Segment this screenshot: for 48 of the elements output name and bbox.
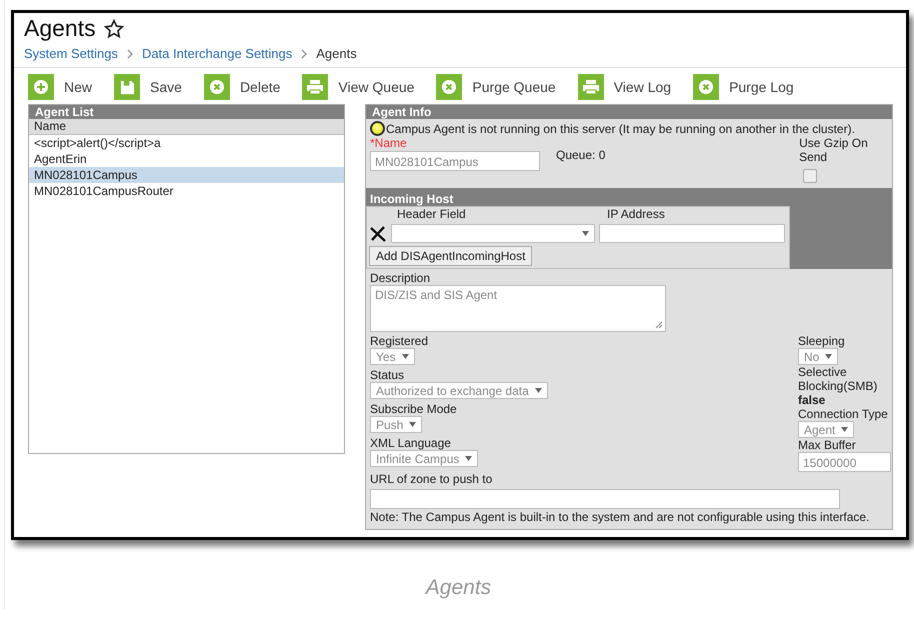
note-text: Note: The Campus Agent is built-in to the system and are not configurable using this interface.: [369, 509, 870, 525]
section-title: Incoming Host: [369, 192, 454, 206]
toolbar-button[interactable]: View Log: [578, 74, 672, 100]
field-label: Connection Type: [798, 407, 888, 421]
panel-title: Agent List: [29, 105, 344, 119]
field-label: Registered: [370, 334, 428, 348]
dropdown[interactable]: Infinite Campus: [370, 450, 478, 467]
name-field[interactable]: MN028101Campus: [370, 151, 540, 171]
agent-list-item[interactable]: AgentErin: [29, 151, 344, 167]
field-label: *Name: [370, 136, 408, 150]
dropdown[interactable]: Yes: [370, 348, 415, 365]
field-label: Use Gzip On Send: [799, 136, 869, 164]
field-value: false: [798, 393, 826, 407]
toolbar-button[interactable]: New: [28, 74, 92, 100]
agent-list-item[interactable]: MN028101CampusRouter: [29, 183, 344, 199]
breadcrumb-link[interactable]: System Settings: [24, 46, 118, 61]
add-host-button[interactable]: Add DISAgentIncomingHost: [369, 246, 532, 266]
queue-count: Queue: 0: [556, 148, 606, 162]
field-label: XML Language: [370, 436, 451, 450]
panel-title: Agent Info: [366, 105, 892, 119]
breadcrumb-current: Agents: [316, 46, 357, 61]
image-caption: Agents: [424, 576, 492, 600]
page-title: Agents: [24, 15, 96, 42]
agent-list-item[interactable]: <script>alert()</script>a: [29, 135, 344, 151]
agent-list-item[interactable]: MN028101Campus: [29, 167, 344, 183]
dropdown[interactable]: Authorized to exchange data: [370, 382, 548, 399]
field-label: URL of zone to push to: [370, 472, 494, 486]
field-label: Status: [370, 368, 404, 382]
toolbar-button[interactable]: Delete: [204, 74, 280, 100]
status-message: Campus Agent is not running on this server (It may be running on another in the cluster).: [386, 122, 855, 136]
dropdown[interactable]: Agent: [798, 421, 854, 438]
field-label: Subscribe Mode: [370, 402, 457, 416]
column-header: IP Address: [607, 207, 665, 221]
toolbar-button[interactable]: Save: [114, 74, 182, 100]
dropdown[interactable]: No: [798, 348, 838, 365]
dropdown[interactable]: Push: [370, 416, 422, 433]
column-header: Name: [29, 119, 344, 135]
toolbar-button[interactable]: Purge Log: [693, 74, 794, 100]
field-label: Max Buffer: [798, 438, 856, 452]
description-field[interactable]: DIS/ZIS and SIS Agent: [370, 285, 666, 332]
field-label: Selective Blocking(SMB): [798, 365, 878, 393]
toolbar-button[interactable]: Purge Queue: [436, 74, 556, 100]
text-field[interactable]: 15000000: [798, 452, 891, 472]
column-header: Header Field: [396, 207, 467, 221]
field-label: Sleeping: [798, 334, 845, 348]
breadcrumb-link[interactable]: Data Interchange Settings: [142, 46, 292, 61]
field-label: Description: [370, 271, 432, 285]
toolbar-button[interactable]: View Queue: [302, 74, 414, 100]
